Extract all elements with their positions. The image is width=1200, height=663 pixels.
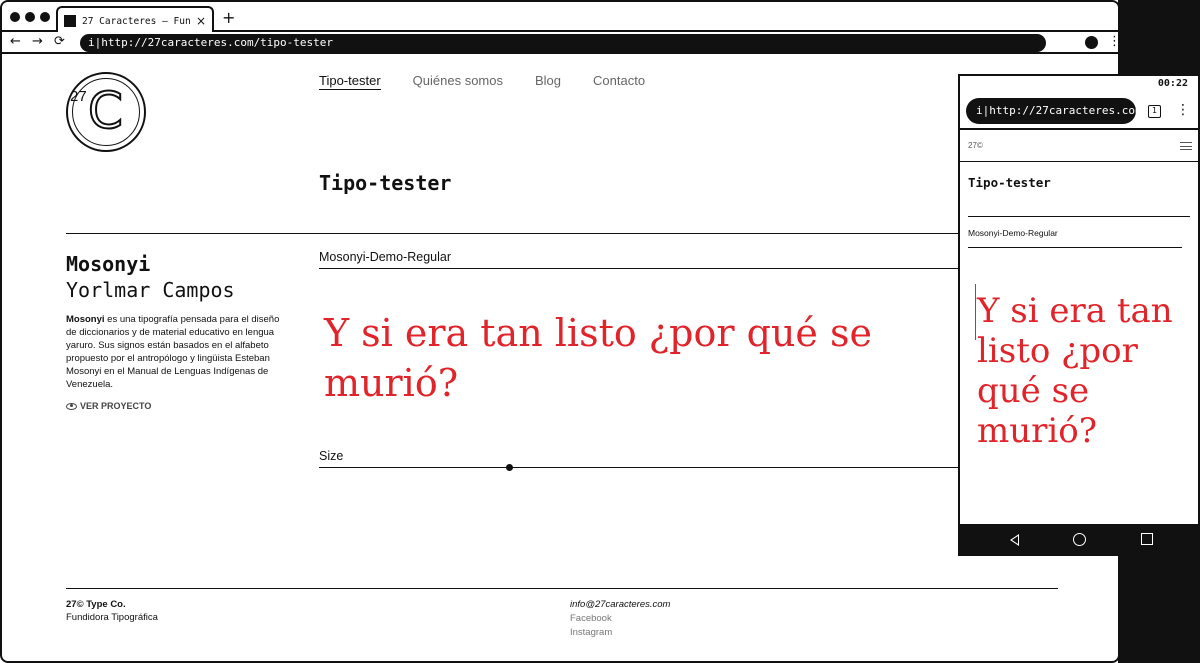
close-window-button[interactable] — [10, 12, 20, 22]
mobile-logo[interactable]: 27© — [968, 141, 983, 150]
nav-item-contacto[interactable]: Contacto — [593, 73, 645, 90]
mobile-divider — [968, 216, 1190, 217]
footer-facebook-link[interactable]: Facebook — [570, 612, 670, 626]
hamburger-icon[interactable] — [1180, 142, 1192, 150]
footer-brand: 27© Type Co. Fundidora Tipográfica — [66, 598, 158, 624]
url-input[interactable]: i|http://27caracteres.com/tipo-tester — [80, 34, 1046, 52]
description-bold: Mosonyi — [66, 314, 105, 325]
footer-brand-subtitle: Fundidora Tipográfica — [66, 612, 158, 623]
font-description: Mosonyi es una tipografía pensada para e… — [66, 313, 286, 391]
text-cursor — [975, 284, 976, 340]
browser-tab[interactable]: 27 Caracteres — Fundido… × — [56, 6, 214, 34]
mobile-url-input[interactable]: i|http://27caracteres.com/tipo-tester — [966, 98, 1136, 124]
footer-divider — [66, 588, 1058, 589]
minimize-window-button[interactable] — [25, 12, 35, 22]
mobile-tab-count-icon[interactable]: 1 — [1148, 105, 1161, 118]
mobile-font-selector[interactable]: Mosonyi-Demo-Regular — [968, 228, 1058, 238]
reload-icon[interactable]: ⟳ — [54, 34, 65, 49]
mobile-sample-text[interactable]: Y si era tan listo ¿por qué se murió? — [977, 291, 1192, 451]
android-back-icon[interactable] — [1010, 534, 1019, 546]
description-text: es una tipografía pensada para el diseño… — [66, 314, 280, 390]
forward-icon[interactable]: → — [32, 34, 43, 49]
site-logo[interactable]: 27 C — [66, 72, 146, 152]
mobile-mockup: 00:22 i|http://27caracteres.com/tipo-tes… — [958, 74, 1200, 556]
selector-underline — [319, 268, 999, 269]
mobile-selector-underline — [968, 247, 1182, 248]
close-tab-icon[interactable]: × — [196, 14, 206, 28]
footer-brand-name: 27© Type Co. — [66, 599, 126, 610]
tab-bar: 27 Caracteres — Fundido… × + — [2, 2, 1118, 34]
android-nav-bar — [960, 524, 1198, 554]
profile-icon[interactable] — [1085, 36, 1098, 49]
font-designer: Yorlmar Campos — [66, 278, 235, 302]
size-slider-thumb[interactable] — [505, 464, 513, 471]
mobile-page-title: Tipo-tester — [968, 175, 1051, 190]
footer-email-link[interactable]: info@27caracteres.com — [570, 598, 670, 612]
logo-letter: C — [87, 81, 124, 141]
maximize-window-button[interactable] — [40, 12, 50, 22]
logo-number: 27 — [70, 88, 87, 105]
font-name: Mosonyi — [66, 252, 151, 276]
eye-icon — [66, 402, 77, 410]
android-home-icon[interactable] — [1073, 533, 1086, 546]
mobile-toolbar: i|http://27caracteres.com/tipo-tester 1 … — [960, 92, 1198, 130]
mobile-menu-icon[interactable]: ⋮ — [1176, 102, 1190, 118]
view-project-link[interactable]: VER PROYECTO — [66, 401, 151, 411]
sample-text-editor[interactable]: Y si era tan listo ¿por qué se murió? — [324, 308, 944, 408]
browser-menu-icon[interactable]: ⋮ — [1108, 34, 1118, 49]
address-toolbar: ← → ⟳ i|http://27caracteres.com/tipo-tes… — [2, 32, 1118, 54]
size-label: Size — [319, 449, 344, 463]
size-slider-track[interactable] — [319, 467, 999, 468]
nav-item-blog[interactable]: Blog — [535, 73, 561, 90]
main-nav: Tipo-tester Quiénes somos Blog Contacto — [319, 73, 645, 90]
nav-item-tipo-tester[interactable]: Tipo-tester — [319, 73, 381, 90]
desktop-mockup: 27 Caracteres — Fundido… × + ← → ⟳ i|htt… — [0, 0, 1200, 663]
new-tab-button[interactable]: + — [222, 8, 235, 27]
divider — [66, 233, 996, 234]
footer-links: info@27caracteres.com Facebook Instagram — [570, 598, 670, 640]
nav-item-quienes-somos[interactable]: Quiénes somos — [413, 73, 503, 90]
view-project-label: VER PROYECTO — [80, 401, 152, 411]
favicon-icon — [64, 15, 76, 27]
tab-title: 27 Caracteres — Fundido… — [82, 15, 190, 27]
mobile-page-header: 27© — [960, 132, 1198, 162]
mobile-status-time: 00:22 — [1157, 78, 1188, 89]
footer-instagram-link[interactable]: Instagram — [570, 626, 670, 640]
android-recents-icon[interactable] — [1141, 533, 1153, 545]
back-icon[interactable]: ← — [10, 34, 21, 49]
page-title: Tipo-tester — [319, 171, 452, 195]
window-controls — [10, 12, 50, 22]
browser-window: 27 Caracteres — Fundido… × + ← → ⟳ i|htt… — [0, 0, 1120, 663]
font-selector[interactable]: Mosonyi-Demo-Regular — [319, 250, 451, 264]
